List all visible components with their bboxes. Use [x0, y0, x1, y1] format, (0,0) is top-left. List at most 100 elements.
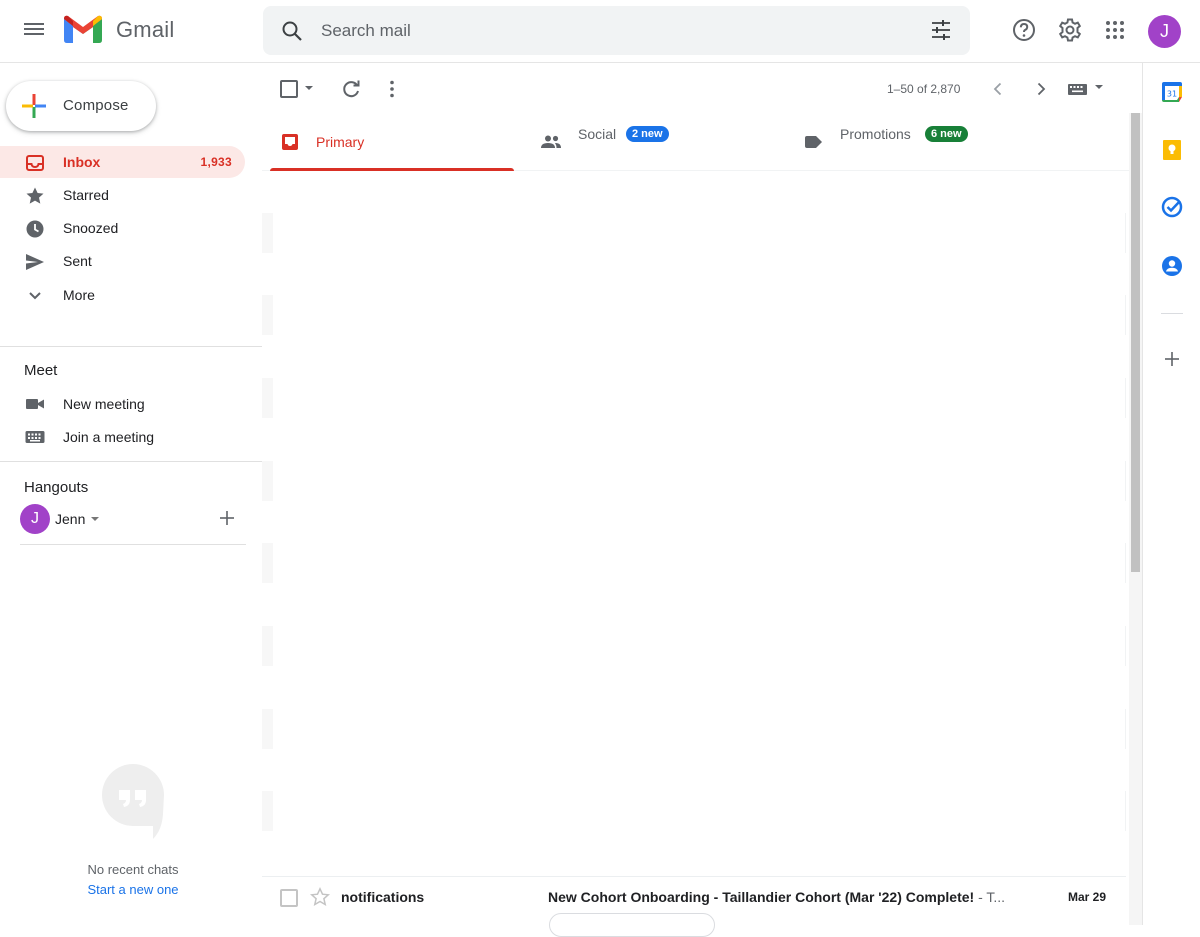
list-row-edge [1125, 626, 1126, 666]
join-meeting-link[interactable]: Join a meeting [0, 422, 245, 452]
tab-primary[interactable]: Primary [262, 113, 522, 171]
select-options-caret-icon[interactable] [305, 86, 313, 90]
main-menu-icon[interactable] [22, 20, 46, 40]
list-row-edge [262, 461, 273, 501]
start-new-chat-link[interactable]: Start a new one [0, 882, 266, 897]
table-row[interactable]: notifications New Cohort Onboarding - Ta… [262, 876, 1126, 937]
message-list [262, 171, 1126, 875]
list-row-edge [262, 213, 273, 253]
list-row-edge [262, 626, 273, 666]
sidebar-item-label: Starred [63, 187, 109, 203]
gmail-m-icon [64, 15, 102, 43]
add-addon-plus-icon[interactable] [1161, 348, 1183, 370]
unread-count: 1,933 [200, 155, 232, 169]
top-bar: Gmail J [0, 0, 1200, 63]
sidebar-item-more[interactable]: More [0, 279, 245, 311]
tab-social[interactable]: Social 2 new [528, 113, 788, 171]
hangouts-user-name: Jenn [55, 511, 86, 527]
join-meeting-label: Join a meeting [63, 429, 155, 445]
refresh-icon[interactable] [340, 78, 362, 100]
sidebar-divider [0, 461, 262, 462]
row-checkbox[interactable] [280, 889, 298, 907]
hangouts-user-status[interactable]: J Jenn [20, 504, 100, 534]
sidebar-item-label: Snoozed [63, 220, 119, 236]
svg-text:31: 31 [1167, 90, 1177, 99]
list-row-edge [1125, 213, 1126, 253]
clock-icon [26, 220, 44, 238]
scrollbar-thumb[interactable] [1131, 113, 1140, 572]
sidebar-item-inbox[interactable]: Inbox 1,933 [0, 146, 245, 178]
chat-bubble-icon [102, 764, 164, 839]
mail-toolbar: 1–50 of 2,870 [262, 63, 1142, 113]
send-icon [26, 254, 44, 270]
side-panel: 31 [1142, 63, 1200, 925]
email-subject: New Cohort Onboarding - Taillandier Coho… [548, 889, 975, 905]
new-meeting-link[interactable]: New meeting [0, 389, 245, 419]
attachment-chip[interactable] [549, 913, 715, 937]
gmail-logo[interactable]: Gmail [64, 15, 174, 44]
sidebar-item-label: More [63, 287, 95, 303]
apps-grid-icon[interactable] [1102, 17, 1128, 43]
search-input[interactable] [321, 18, 901, 44]
list-row-edge [1125, 378, 1126, 418]
email-sender: notifications [341, 889, 425, 905]
email-date: Mar 29 [1068, 890, 1107, 904]
new-meeting-label: New meeting [63, 396, 145, 412]
sidebar-item-label: Inbox [63, 154, 101, 170]
inbox-tab-icon [282, 134, 298, 150]
help-icon[interactable] [1011, 17, 1037, 43]
sidebar-item-label: Sent [63, 253, 92, 269]
list-row-edge [262, 295, 273, 335]
compose-label: Compose [63, 97, 129, 114]
list-row-edge [1125, 295, 1126, 335]
keep-notes-icon[interactable] [1161, 139, 1183, 161]
compose-button[interactable]: Compose [6, 81, 156, 131]
star-outline-icon[interactable] [310, 887, 330, 907]
select-all-checkbox[interactable] [280, 80, 298, 98]
compose-plus-icon [22, 94, 46, 118]
new-count-badge: 2 new [626, 126, 669, 142]
category-tabs: Primary Social 2 new Promotions 6 new [262, 113, 1142, 171]
sidebar-divider [20, 544, 246, 545]
tab-promotions[interactable]: Promotions 6 new [792, 113, 1040, 171]
hangouts-section-title: Hangouts [24, 479, 89, 496]
input-tools-keyboard-icon[interactable] [1068, 82, 1088, 96]
email-subject-line: New Cohort Onboarding - Taillandier Coho… [548, 889, 1023, 905]
newer-chevron-left-icon[interactable] [989, 80, 1007, 98]
app-name: Gmail [116, 16, 175, 42]
tasks-icon[interactable] [1161, 196, 1183, 218]
search-icon[interactable] [280, 19, 304, 43]
video-camera-icon [26, 399, 44, 409]
older-chevron-right-icon[interactable] [1032, 80, 1050, 98]
side-panel-divider [1161, 313, 1183, 314]
sidebar-item-sent[interactable]: Sent [0, 245, 245, 277]
more-vert-icon[interactable] [381, 78, 403, 100]
sidebar-divider [0, 346, 262, 347]
email-snippet: - T... [974, 889, 1006, 905]
scrollbar[interactable] [1129, 113, 1142, 925]
list-row-edge [262, 543, 273, 583]
list-row-edge [1125, 791, 1126, 831]
sidebar-item-starred[interactable]: Starred [0, 179, 245, 211]
keyboard-icon [25, 431, 45, 443]
new-count-badge: 6 new [925, 126, 968, 142]
account-avatar[interactable]: J [1148, 15, 1181, 48]
search-bar [263, 6, 970, 55]
list-row-edge [262, 709, 273, 749]
settings-gear-icon[interactable] [1057, 17, 1083, 43]
contacts-icon[interactable] [1161, 255, 1183, 277]
pagination-text: 1–50 of 2,870 [887, 82, 961, 96]
add-chat-plus-icon[interactable] [219, 510, 235, 526]
input-tools-caret-icon[interactable] [1095, 85, 1103, 89]
list-row-edge [1125, 709, 1126, 749]
search-options-icon[interactable] [930, 19, 952, 41]
caret-down-icon [91, 517, 100, 521]
calendar-icon[interactable]: 31 [1161, 81, 1183, 103]
no-recent-chats-text: No recent chats [87, 862, 179, 877]
star-icon [26, 187, 44, 204]
tab-label: Social [578, 126, 617, 142]
sidebar-item-snoozed[interactable]: Snoozed [0, 212, 245, 244]
list-row-edge [1125, 543, 1126, 583]
meet-section-title: Meet [24, 362, 58, 379]
sidebar: Compose Inbox 1,933 Starred Snoozed Sent… [0, 63, 262, 925]
